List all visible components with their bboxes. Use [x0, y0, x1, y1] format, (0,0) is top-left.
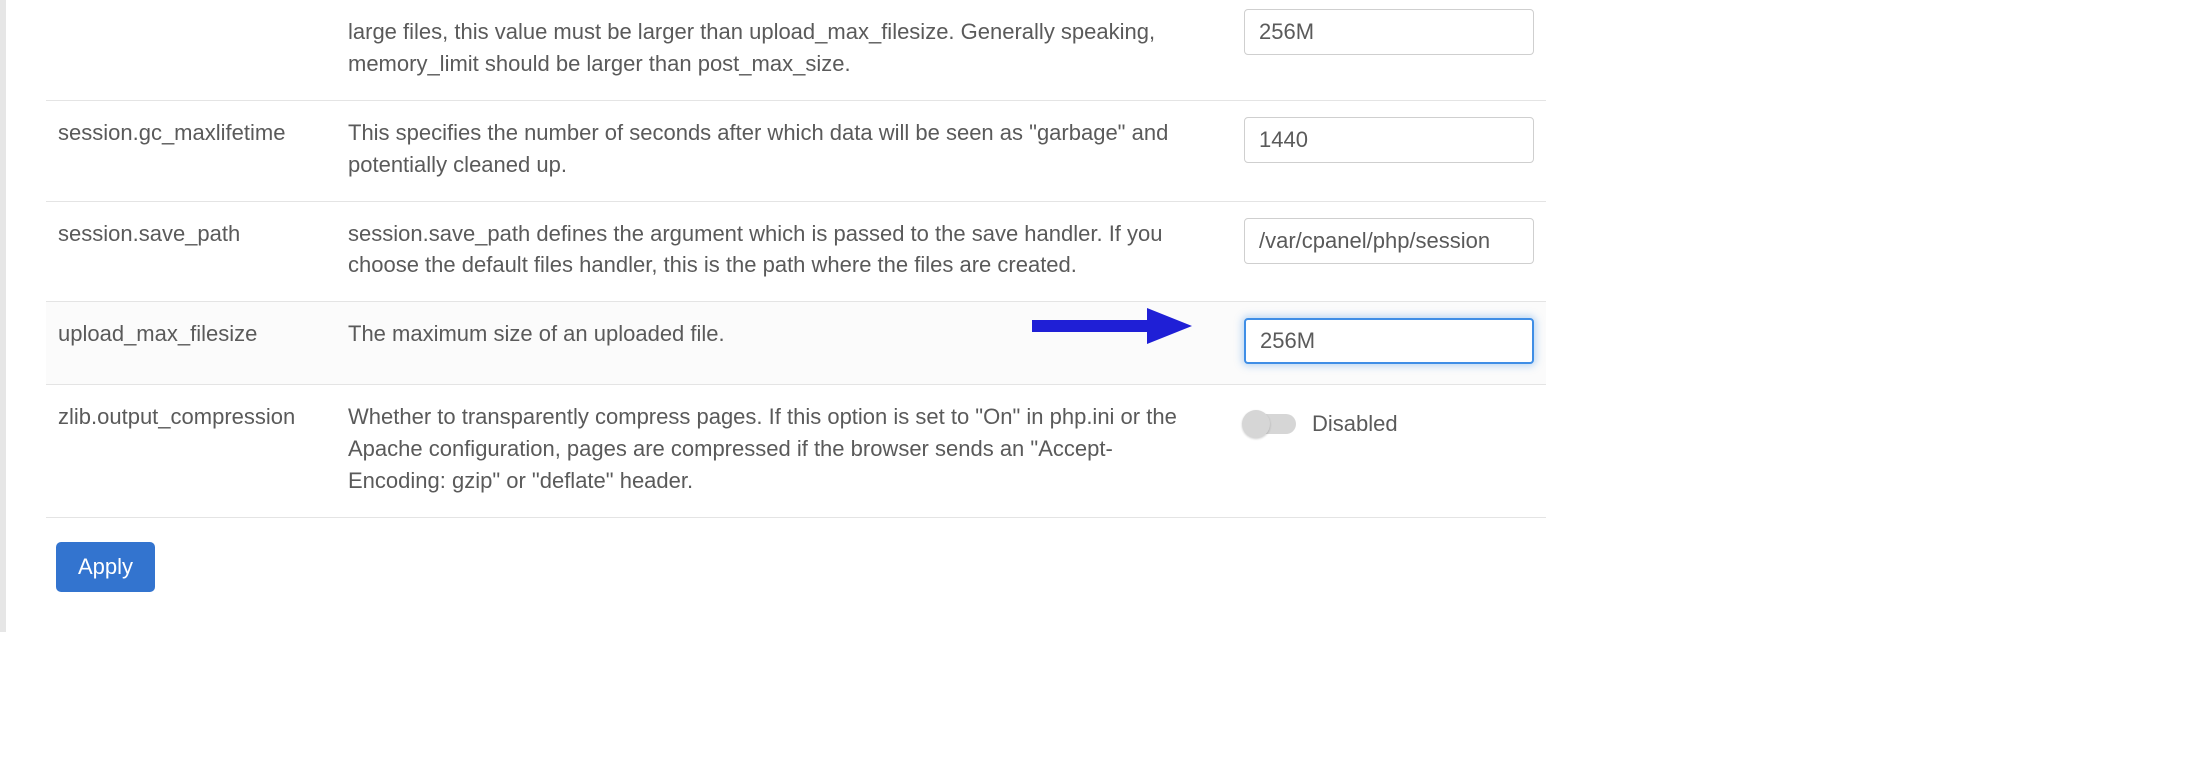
zlib-output-compression-toggle[interactable] — [1244, 414, 1296, 434]
table-row: upload_max_filesize The maximum size of … — [46, 302, 1546, 385]
toggle-knob — [1242, 410, 1270, 438]
php-settings-table: large files, this value must be larger t… — [46, 0, 1546, 518]
session-gc-maxlifetime-input[interactable] — [1244, 117, 1534, 163]
table-row: large files, this value must be larger t… — [46, 0, 1546, 100]
toggle-state-label: Disabled — [1312, 408, 1398, 440]
upload-max-filesize-input[interactable] — [1244, 318, 1534, 364]
pointer-arrow-annotation — [1032, 304, 1192, 348]
setting-name: upload_max_filesize — [46, 302, 336, 385]
table-row: session.gc_maxlifetime This specifies th… — [46, 100, 1546, 201]
setting-name: zlib.output_compression — [46, 385, 336, 518]
post-max-size-input[interactable] — [1244, 9, 1534, 55]
setting-name — [46, 0, 336, 100]
setting-name: session.gc_maxlifetime — [46, 100, 336, 201]
setting-description: large files, this value must be larger t… — [336, 0, 1232, 100]
session-save-path-input[interactable] — [1244, 218, 1534, 264]
setting-name: session.save_path — [46, 201, 336, 302]
table-row: session.save_path session.save_path defi… — [46, 201, 1546, 302]
setting-description: Whether to transparently compress pages.… — [336, 385, 1232, 518]
setting-description: This specifies the number of seconds aft… — [336, 100, 1232, 201]
table-row: zlib.output_compression Whether to trans… — [46, 385, 1546, 518]
apply-button[interactable]: Apply — [56, 542, 155, 592]
setting-description: session.save_path defines the argument w… — [336, 201, 1232, 302]
